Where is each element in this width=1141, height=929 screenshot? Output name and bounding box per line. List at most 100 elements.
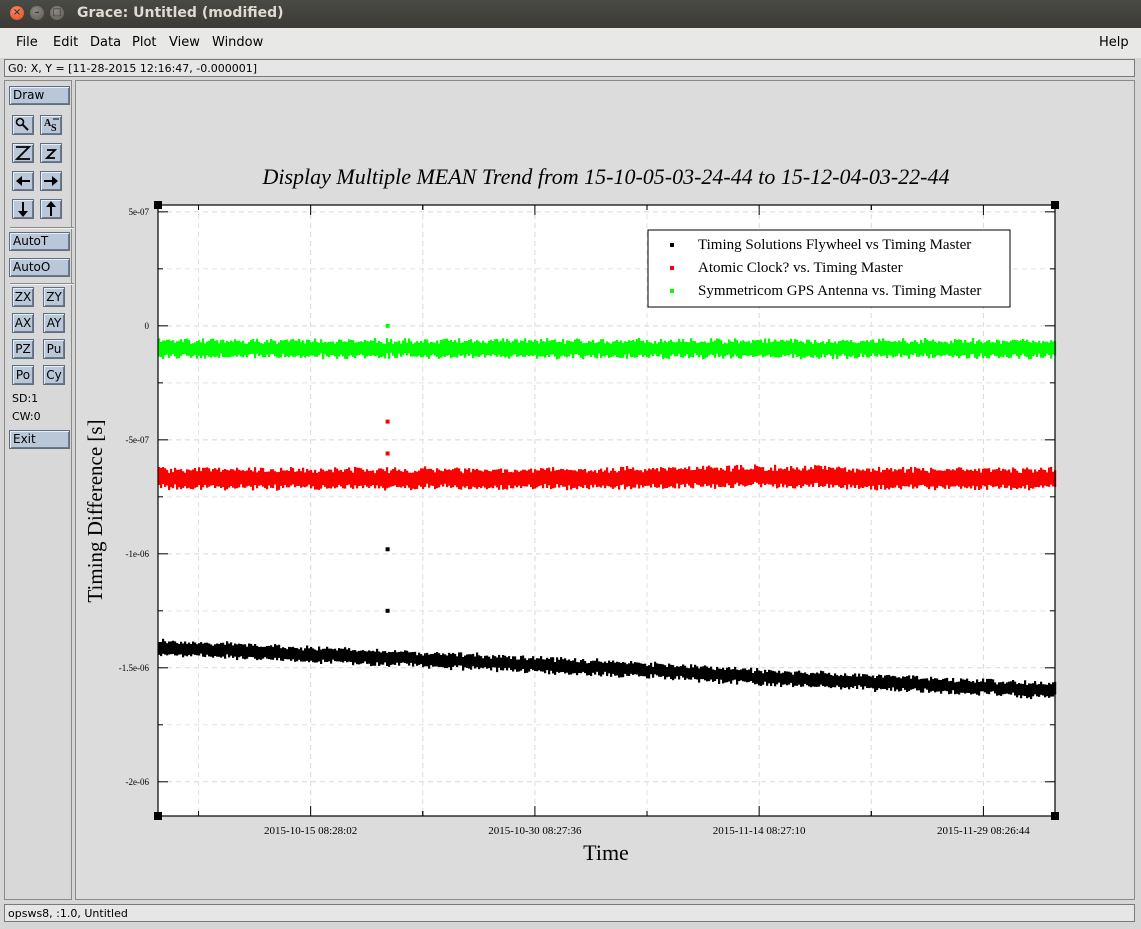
arrow-up-icon[interactable] (40, 199, 62, 219)
legend-marker (670, 266, 674, 270)
data-point-band (188, 340, 191, 356)
data-point-band (736, 340, 739, 357)
selection-handle[interactable] (154, 201, 162, 209)
y-tick-label: -1e-06 (126, 549, 150, 559)
data-point-band (222, 642, 225, 657)
data-point-band (868, 468, 871, 486)
window-maximize-button[interactable]: □ (50, 6, 64, 20)
arrow-left-icon[interactable] (12, 171, 34, 191)
data-point-band (796, 671, 799, 686)
ay-button[interactable]: AY (43, 313, 65, 333)
zx-button[interactable]: ZX (12, 287, 34, 307)
data-point-band (810, 673, 813, 688)
menu-view[interactable]: View (169, 35, 200, 50)
selection-handle[interactable] (154, 812, 162, 820)
data-point-band (912, 341, 915, 355)
data-point-band (716, 467, 719, 485)
po-button[interactable]: Po (12, 365, 34, 385)
pu-button[interactable]: Pu (43, 339, 65, 359)
data-point-band (716, 666, 719, 680)
data-point-band (672, 665, 675, 681)
data-point-band (266, 340, 269, 355)
arrow-right-icon[interactable] (40, 171, 62, 191)
data-point-band (710, 338, 713, 355)
data-point-band (698, 468, 701, 486)
data-point-band (536, 470, 539, 488)
data-point-band (292, 646, 295, 660)
data-point-band (192, 343, 195, 357)
data-point-band (436, 652, 439, 667)
zoom-big-z-icon[interactable] (12, 143, 34, 163)
data-point-band (238, 469, 241, 488)
menu-edit[interactable]: Edit (53, 35, 78, 50)
data-point-band (962, 679, 965, 693)
data-point-band (740, 341, 743, 359)
data-point-band (1010, 340, 1013, 358)
data-point-band (382, 343, 385, 357)
data-point-band (954, 470, 957, 487)
ax-button[interactable]: AX (12, 313, 34, 333)
data-point-band (974, 469, 977, 490)
menu-help[interactable]: Help (1099, 35, 1129, 50)
exit-button[interactable]: Exit (9, 430, 70, 449)
data-point-band (1002, 681, 1005, 695)
menu-data[interactable]: Data (90, 35, 121, 50)
data-point-band (202, 338, 205, 356)
data-point-band (800, 470, 803, 488)
autot-button[interactable]: AutoT (9, 232, 70, 251)
menu-window[interactable]: Window (212, 35, 263, 50)
data-point-band (1020, 683, 1023, 699)
data-point-band (166, 643, 169, 656)
data-point-band (200, 342, 203, 358)
data-point-band (746, 469, 749, 486)
text-label-icon[interactable]: AS (40, 115, 62, 135)
data-point-band (374, 338, 377, 357)
plot-canvas[interactable]: 5e-07 0 -5e-07 -1e-06 -1.5e-06 -2e-06 2015-10… (75, 80, 1135, 900)
data-point-band (502, 655, 505, 671)
data-point-band (520, 470, 523, 488)
data-point-band (190, 470, 193, 489)
menu-file[interactable]: File (16, 35, 38, 50)
data-point-band (738, 670, 741, 682)
data-point-band (820, 466, 823, 486)
zoom-small-z-icon[interactable] (40, 143, 62, 163)
data-point-band (670, 664, 673, 680)
data-point-band (830, 342, 833, 356)
data-point-band (756, 340, 759, 356)
data-point-band (332, 341, 335, 356)
data-point-band (634, 470, 637, 488)
data-point-band (630, 661, 633, 674)
menu-plot[interactable]: Plot (132, 35, 157, 50)
zoom-magnifier-icon[interactable] (12, 115, 34, 135)
selection-handle[interactable] (1051, 812, 1059, 820)
data-point-band (396, 341, 399, 358)
data-point-band (894, 676, 897, 692)
data-point-band (706, 342, 709, 358)
data-point-band (386, 467, 389, 489)
window-minimize-button[interactable]: – (30, 6, 44, 20)
window-close-button[interactable]: × (10, 6, 24, 20)
pz-button[interactable]: PZ (12, 339, 34, 359)
selection-handle[interactable] (1051, 201, 1059, 209)
data-point-band (796, 467, 799, 487)
data-point-band (876, 676, 879, 691)
draw-button[interactable]: Draw (9, 86, 70, 105)
data-point-band (1026, 685, 1029, 699)
data-point-band (176, 469, 179, 490)
data-point-band (980, 681, 983, 692)
autoo-button[interactable]: AutoO (9, 258, 70, 277)
zy-button[interactable]: ZY (43, 287, 65, 307)
data-point-band (510, 471, 513, 489)
data-point-band (426, 652, 429, 667)
data-point-band (802, 342, 805, 358)
data-point-band (1046, 341, 1049, 354)
data-point-band (888, 674, 891, 689)
data-point-band (836, 467, 839, 485)
data-point-band (358, 341, 361, 356)
data-point-band (704, 665, 707, 681)
cy-button[interactable]: Cy (43, 365, 65, 385)
arrow-down-icon[interactable] (12, 199, 34, 219)
data-point-band (992, 342, 995, 354)
data-point-band (854, 472, 857, 488)
data-point-band (338, 339, 341, 357)
